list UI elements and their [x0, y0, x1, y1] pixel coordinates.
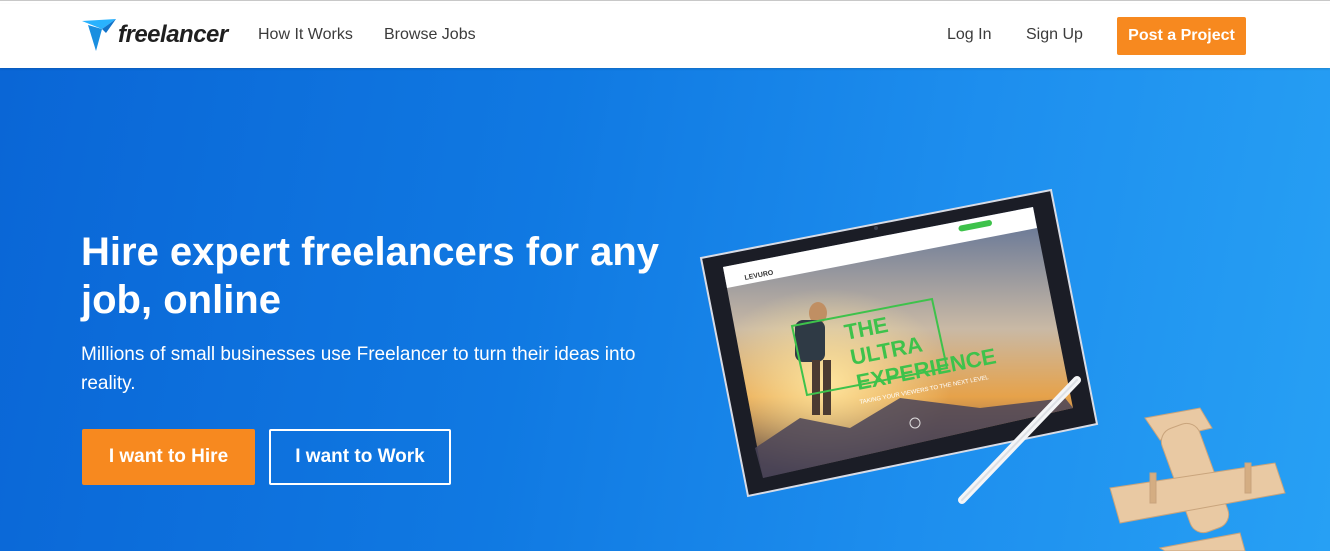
top-navbar: freelancer How It Works Browse Jobs Log … [0, 4, 1330, 68]
tablet-device [699, 188, 1099, 498]
logo-text: freelancer [118, 21, 228, 48]
freelancer-logo[interactable]: freelancer [82, 17, 228, 53]
screen-brand: LEVURO [744, 269, 775, 282]
nav-how-it-works[interactable]: How It Works [258, 26, 353, 44]
hero-title: Hire expert freelancers for any job, onl… [81, 230, 660, 322]
nav-sign-up[interactable]: Sign Up [1026, 26, 1083, 44]
work-button[interactable]: I want to Work [269, 429, 451, 485]
post-project-button[interactable]: Post a Project [1117, 17, 1246, 55]
freelancer-bird-icon [82, 19, 116, 51]
hero-section: Hire expert freelancers for any job, onl… [0, 68, 1330, 551]
screen-headline-2: ULTRA [848, 331, 924, 369]
screen-headline-1: THE [842, 312, 890, 345]
toy-airplane-icon [1109, 407, 1286, 551]
screen-headline-3: EXPERIENCE [854, 343, 998, 395]
hire-button[interactable]: I want to Hire [82, 429, 255, 485]
stylus-pen-icon [958, 376, 1081, 504]
nav-browse-jobs[interactable]: Browse Jobs [384, 26, 476, 44]
nav-log-in[interactable]: Log In [947, 26, 991, 44]
hero-subtitle: Millions of small businesses use Freelan… [81, 344, 636, 394]
screen-tagline: TAKING YOUR VIEWERS TO THE NEXT LEVEL [859, 375, 990, 406]
